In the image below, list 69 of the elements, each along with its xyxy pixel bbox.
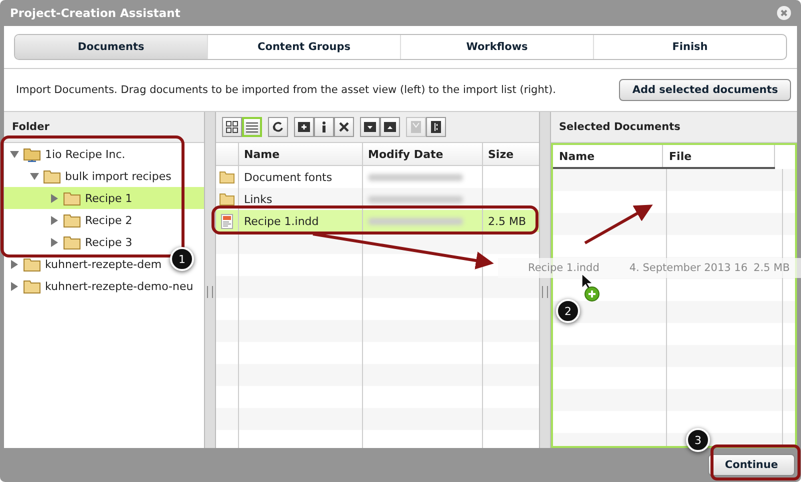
expander-icon[interactable] <box>10 150 19 158</box>
panel-title: Selected Documents <box>559 121 680 133</box>
document-icon <box>221 214 233 228</box>
delete-button[interactable] <box>334 117 354 137</box>
expander-icon[interactable] <box>10 282 19 290</box>
column-header[interactable]: Size <box>483 143 539 165</box>
column-header[interactable]: File <box>663 145 775 167</box>
tree-item[interactable]: bulk import recipes <box>4 165 174 187</box>
expander-icon[interactable] <box>30 172 39 180</box>
column-right-button[interactable] <box>426 117 446 137</box>
column-header[interactable]: Name <box>553 145 664 167</box>
folder-icon <box>23 278 41 294</box>
instruction-text: Import Documents. Drag documents to be imported from the asset view (left) to the import list (right). <box>16 84 556 96</box>
wizard-step[interactable]: Documents <box>15 35 208 59</box>
folder-icon <box>23 256 41 272</box>
folder-icon <box>219 192 235 206</box>
wizard-step[interactable]: Workflows <box>401 35 594 59</box>
tree-item[interactable]: Recipe 3 <box>4 231 136 253</box>
info-button[interactable] <box>314 117 334 137</box>
continue-button[interactable]: Continue <box>708 454 795 476</box>
tree-item[interactable]: kuhnert-rezepte-demo-neu <box>4 275 196 297</box>
panel-title: Folder <box>12 121 50 133</box>
folder-icon <box>63 190 81 206</box>
list-view-button[interactable] <box>242 117 262 137</box>
tree-item[interactable]: 1io Recipe Inc. <box>4 143 128 165</box>
table-cell: Document fonts <box>244 170 332 184</box>
table-cell: 2.5 MB <box>488 214 526 228</box>
table-cell: Recipe 1.indd <box>244 214 319 228</box>
expander-icon[interactable] <box>50 194 59 202</box>
refresh-button[interactable] <box>268 117 288 137</box>
tree-item[interactable]: kuhnert-rezepte-dem <box>4 253 165 275</box>
grid-icon <box>226 121 238 133</box>
add-selected-button[interactable]: Add selected documents <box>619 79 791 101</box>
column-header[interactable]: Modify Date <box>363 143 483 165</box>
folder-down-icon <box>364 121 376 133</box>
splitter-handle[interactable] <box>207 286 213 298</box>
table-cell: Links <box>244 192 272 206</box>
new-folder-button[interactable] <box>294 117 314 137</box>
column-right-icon <box>430 121 442 133</box>
new-folder-icon <box>298 121 310 133</box>
tree-item[interactable]: Recipe 1 <box>4 187 204 209</box>
delete-icon <box>338 121 350 133</box>
window-title: Project-Creation Assistant <box>10 6 180 20</box>
drag-preview: Recipe 1.indd 4. September 2013 16 2.5 MB <box>498 258 801 278</box>
column-left-icon <box>410 121 422 133</box>
list-icon <box>246 121 258 133</box>
splitter-handle[interactable] <box>542 286 548 298</box>
column-header[interactable]: Name <box>239 143 363 165</box>
close-icon[interactable] <box>777 6 791 20</box>
network-folder-icon <box>23 146 41 162</box>
folder-down-button[interactable] <box>360 117 380 137</box>
refresh-icon <box>272 121 284 133</box>
folder-icon <box>63 212 81 228</box>
wizard-step[interactable]: Finish <box>594 35 786 59</box>
expander-icon[interactable] <box>10 260 19 268</box>
wizard-step[interactable]: Content Groups <box>208 35 401 59</box>
add-icon <box>584 286 600 302</box>
folder-icon <box>219 170 235 184</box>
folder-icon <box>63 234 81 250</box>
expander-icon[interactable] <box>50 216 59 224</box>
mouse-cursor-icon <box>582 273 594 290</box>
arrow <box>584 204 653 244</box>
expander-icon[interactable] <box>50 238 59 246</box>
folder-icon <box>43 168 61 184</box>
grid-view-button[interactable] <box>222 117 242 137</box>
tree-item[interactable]: Recipe 2 <box>4 209 136 231</box>
table-row[interactable]: Recipe 1.indd 2.5 MB <box>216 210 539 232</box>
folder-up-icon <box>384 121 396 133</box>
folder-up-button[interactable] <box>380 117 400 137</box>
